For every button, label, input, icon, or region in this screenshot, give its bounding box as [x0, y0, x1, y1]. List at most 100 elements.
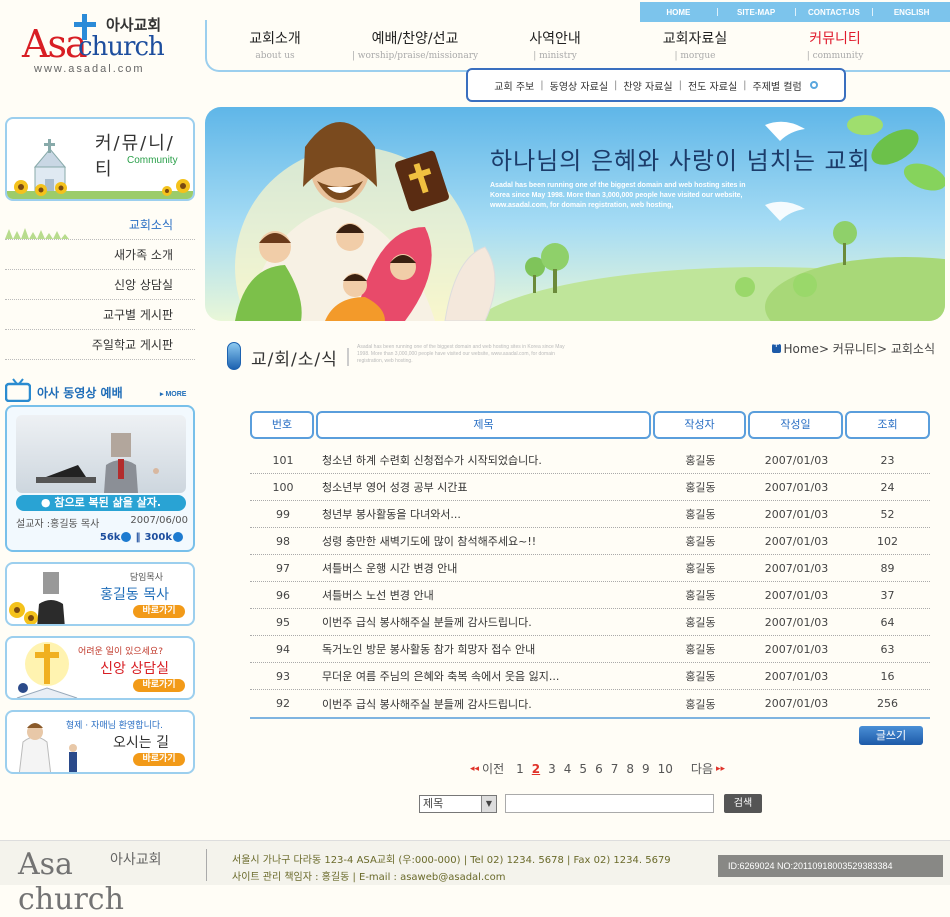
- site-logo[interactable]: Asa church 아사교회 www.asadal.com: [22, 12, 192, 82]
- lnb-sunday-school[interactable]: 주일학교 게시판: [5, 330, 195, 360]
- rate-56k-link[interactable]: 56k: [100, 532, 132, 543]
- page-link[interactable]: 9: [642, 762, 650, 776]
- main-nav: 교회소개 about us 예배/찬양/선교 | worship/praise/mi…: [205, 28, 905, 64]
- divider: ‖: [135, 532, 141, 543]
- gnb-about[interactable]: 교회소개 about us: [205, 28, 345, 64]
- divider: |: [614, 79, 618, 91]
- cell-title[interactable]: 이번주 급식 봉사해주실 분들께 감사드립니다.: [316, 696, 653, 712]
- cell-no: 97: [276, 561, 290, 575]
- gnb-worship[interactable]: 예배/찬양/선교 | worship/praise/missionary: [345, 28, 485, 64]
- table-row[interactable]: 96 셔틀버스 노선 변경 안내 홍길동 2007/01/03 37: [250, 582, 930, 609]
- cell-title[interactable]: 무더운 여름 주님의 은혜와 축복 속에서 웃음 잃지...: [316, 668, 653, 684]
- divider: [206, 849, 207, 881]
- video-date: 2007/06/00: [130, 515, 188, 526]
- lnb-label: 교회소식: [128, 218, 173, 232]
- table-row[interactable]: 95 이번주 급식 봉사해주실 분들께 감사드립니다. 홍길동 2007/01/03 6…: [250, 609, 930, 636]
- table-row[interactable]: 101 청소년 하계 수련회 신청접수가 시작되었습니다. 홍길동 2007/01/0…: [250, 447, 930, 474]
- table-row[interactable]: 93 무더운 여름 주님의 은혜와 축복 속에서 웃음 잃지... 홍길동 2007/…: [250, 663, 930, 690]
- cell-author: 홍길동: [685, 454, 716, 467]
- page-link[interactable]: 10: [658, 762, 673, 776]
- page-link[interactable]: 5: [579, 762, 587, 776]
- gnb-sublabel: | worship/praise/missionary: [351, 51, 479, 61]
- write-button[interactable]: 글쓰기: [859, 726, 923, 745]
- cell-title[interactable]: 청년부 봉사활동을 다녀와서...: [316, 506, 653, 522]
- left-nav: 교회소식 새가족 소개 신앙 상담실 교구별 게시판 주일학교 게시판: [5, 210, 195, 360]
- go-button[interactable]: 바로가기: [133, 753, 185, 766]
- gnb-ministry[interactable]: 사역안내 | ministry: [485, 28, 625, 64]
- footer: Asa church 아사교회 서울시 가나구 다라동 123-4 ASA교회 …: [0, 840, 950, 917]
- gnb-community[interactable]: 커뮤니티 | community: [765, 28, 905, 64]
- next-page-link[interactable]: 다음: [691, 760, 713, 777]
- banner-title: 오시는 길: [113, 735, 169, 751]
- subnav-video[interactable]: 동영상 자료실: [550, 78, 608, 93]
- table-row[interactable]: 94 독거노인 방문 봉사활동 참가 희망자 접수 안내 홍길동 2007/01/03…: [250, 636, 930, 663]
- page-link[interactable]: 6: [595, 762, 603, 776]
- prev-page-link[interactable]: 이전: [482, 760, 504, 777]
- subnav-bulletin[interactable]: 교회 주보: [494, 78, 534, 93]
- go-button[interactable]: 바로가기: [133, 605, 185, 618]
- header-title: 제목: [316, 411, 651, 439]
- utility-nav: HOME SITE-MAP CONTACT-US ENGLISH: [640, 2, 950, 22]
- cell-title[interactable]: 이번주 급식 봉사해주실 분들께 감사드립니다.: [316, 614, 653, 630]
- banner-directions[interactable]: 형제 · 자매님 환영합니다. 오시는 길 바로가기: [5, 710, 195, 774]
- search-button[interactable]: 검색: [724, 794, 762, 813]
- subnav-evangelism[interactable]: 전도 자료실: [688, 78, 737, 93]
- community-box: 커/뮤/니/티 Community: [5, 117, 195, 201]
- search-field-select[interactable]: 제목 ▼: [419, 794, 497, 813]
- table-body: 101 청소년 하계 수련회 신청접수가 시작되었습니다. 홍길동 2007/01/0…: [250, 447, 930, 719]
- cell-title[interactable]: 청소년 하계 수련회 신청접수가 시작되었습니다.: [316, 452, 653, 468]
- util-contact-link[interactable]: CONTACT-US: [796, 8, 873, 17]
- cell-title[interactable]: 성령 충만한 새벽기도에 많이 참석해주세요~!!: [316, 533, 653, 549]
- util-sitemap-link[interactable]: SITE-MAP: [718, 8, 795, 17]
- cell-views: 37: [880, 588, 895, 602]
- page-link[interactable]: 1: [516, 762, 524, 776]
- page-link-current[interactable]: 2: [532, 762, 540, 776]
- hero-slogan: 하나님의 은혜와 사랑이 넘치는 교회: [490, 147, 871, 175]
- table-row[interactable]: 97 셔틀버스 운행 시간 변경 안내 홍길동 2007/01/03 89: [250, 555, 930, 582]
- search-input[interactable]: [505, 794, 714, 813]
- cell-views: 16: [880, 669, 895, 683]
- table-row[interactable]: 98 성령 충만한 새벽기도에 많이 참석해주세요~!! 홍길동 2007/01/03…: [250, 528, 930, 555]
- table-row[interactable]: 100 청소년부 영어 성경 공부 시간표 홍길동 2007/01/03 24: [250, 474, 930, 501]
- banner-pastor[interactable]: 담임목사 홍길동 목사 바로가기: [5, 562, 195, 626]
- banner-counseling[interactable]: 어려운 일이 있으세요? 신앙 상담실 바로가기: [5, 636, 195, 700]
- gnb-sublabel: | community: [806, 51, 864, 61]
- table-header: 번호 제목 작성자 작성일 조회: [250, 411, 930, 439]
- prev-arrow-icon: ◂◂: [470, 763, 480, 774]
- page-link[interactable]: 3: [548, 762, 556, 776]
- cell-title[interactable]: 청소년부 영어 성경 공부 시간표: [316, 479, 653, 495]
- cell-title[interactable]: 셔틀버스 노선 변경 안내: [316, 587, 653, 603]
- page-link[interactable]: 8: [626, 762, 634, 776]
- page-link[interactable]: 7: [611, 762, 619, 776]
- banner-title: 홍길동 목사: [100, 587, 169, 603]
- lnb-new-family[interactable]: 새가족 소개: [5, 240, 195, 270]
- util-home-link[interactable]: HOME: [640, 8, 717, 17]
- lnb-church-news[interactable]: 교회소식: [5, 210, 195, 240]
- table-row[interactable]: 92 이번주 급식 봉사해주실 분들께 감사드립니다. 홍길동 2007/01/03 2…: [250, 690, 930, 717]
- more-link[interactable]: ▸ MORE: [160, 390, 186, 398]
- lnb-district-board[interactable]: 교구별 게시판: [5, 300, 195, 330]
- subnav-praise[interactable]: 찬양 자료실: [623, 78, 672, 93]
- go-button[interactable]: 바로가기: [133, 679, 185, 692]
- util-english-link[interactable]: ENGLISH: [873, 8, 950, 17]
- rate-300k-link[interactable]: 300k: [144, 532, 183, 543]
- page-link[interactable]: 4: [564, 762, 572, 776]
- cell-author: 홍길동: [685, 697, 716, 711]
- video-worship-title: 아사 동영상 예배: [37, 386, 123, 400]
- gnb-label: 교회자료실: [662, 31, 728, 47]
- cell-author: 홍길동: [685, 616, 716, 629]
- lnb-label: 주일학교 게시판: [91, 338, 173, 352]
- breadcrumb-text[interactable]: Home> 커뮤니티> 교회소식: [784, 342, 936, 356]
- footer-logo: Asa church 아사교회: [18, 845, 188, 917]
- subnav-column[interactable]: 주제별 컬럼: [753, 78, 802, 93]
- gnb-morgue[interactable]: 교회자료실 | morgue: [625, 28, 765, 64]
- video-meta: 설교자 :홍길동 목사 2007/06/00: [16, 515, 188, 530]
- cell-author: 홍길동: [685, 535, 716, 548]
- cell-date: 2007/01/03: [764, 588, 829, 602]
- board-search: 제목 ▼ 검색: [419, 794, 762, 813]
- cell-title[interactable]: 셔틀버스 운행 시간 변경 안내: [316, 560, 653, 576]
- video-thumbnail[interactable]: [16, 415, 186, 493]
- table-row[interactable]: 99 청년부 봉사활동을 다녀와서... 홍길동 2007/01/03 52: [250, 501, 930, 528]
- cell-title[interactable]: 독거노인 방문 봉사활동 참가 희망자 접수 안내: [316, 641, 653, 657]
- lnb-counseling[interactable]: 신앙 상담실: [5, 270, 195, 300]
